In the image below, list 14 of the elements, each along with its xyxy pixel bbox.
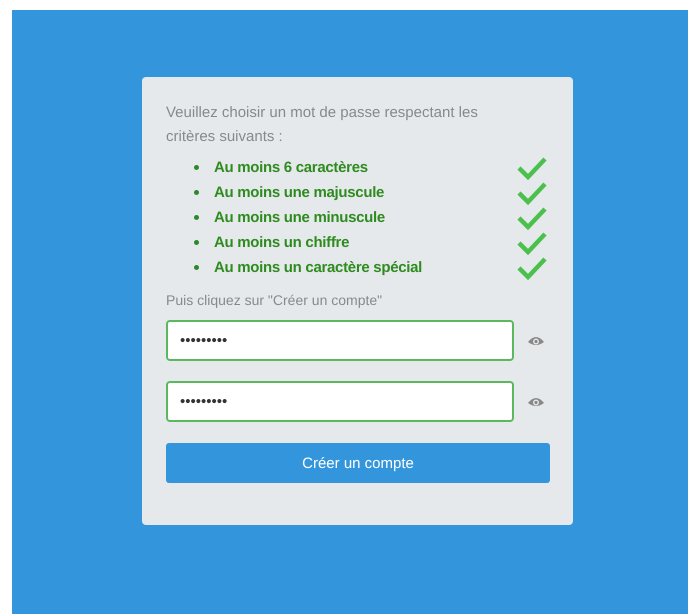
- password-field[interactable]: •••••••••: [166, 381, 514, 422]
- password-field[interactable]: •••••••••: [166, 320, 514, 361]
- bullet-icon: [194, 190, 199, 195]
- intro-text: Veuillez choisir un mot de passe respectant les critères suivants :: [166, 103, 479, 147]
- bullet-icon: [194, 240, 199, 245]
- bullet-icon: [194, 265, 199, 270]
- instruction-text: Puis cliquez sur "Créer un compte": [166, 291, 384, 310]
- bullet-icon: [194, 165, 199, 170]
- bullet-icon: [194, 215, 199, 220]
- criterion-label: Au moins une minuscule: [214, 209, 386, 226]
- criterion-label: Au moins 6 caractères: [214, 159, 369, 176]
- criterion-label: Au moins un caractère spécial: [214, 259, 424, 276]
- criterion-label: Au moins une majuscule: [214, 184, 386, 201]
- criterion-label: Au moins un chiffre: [214, 234, 350, 251]
